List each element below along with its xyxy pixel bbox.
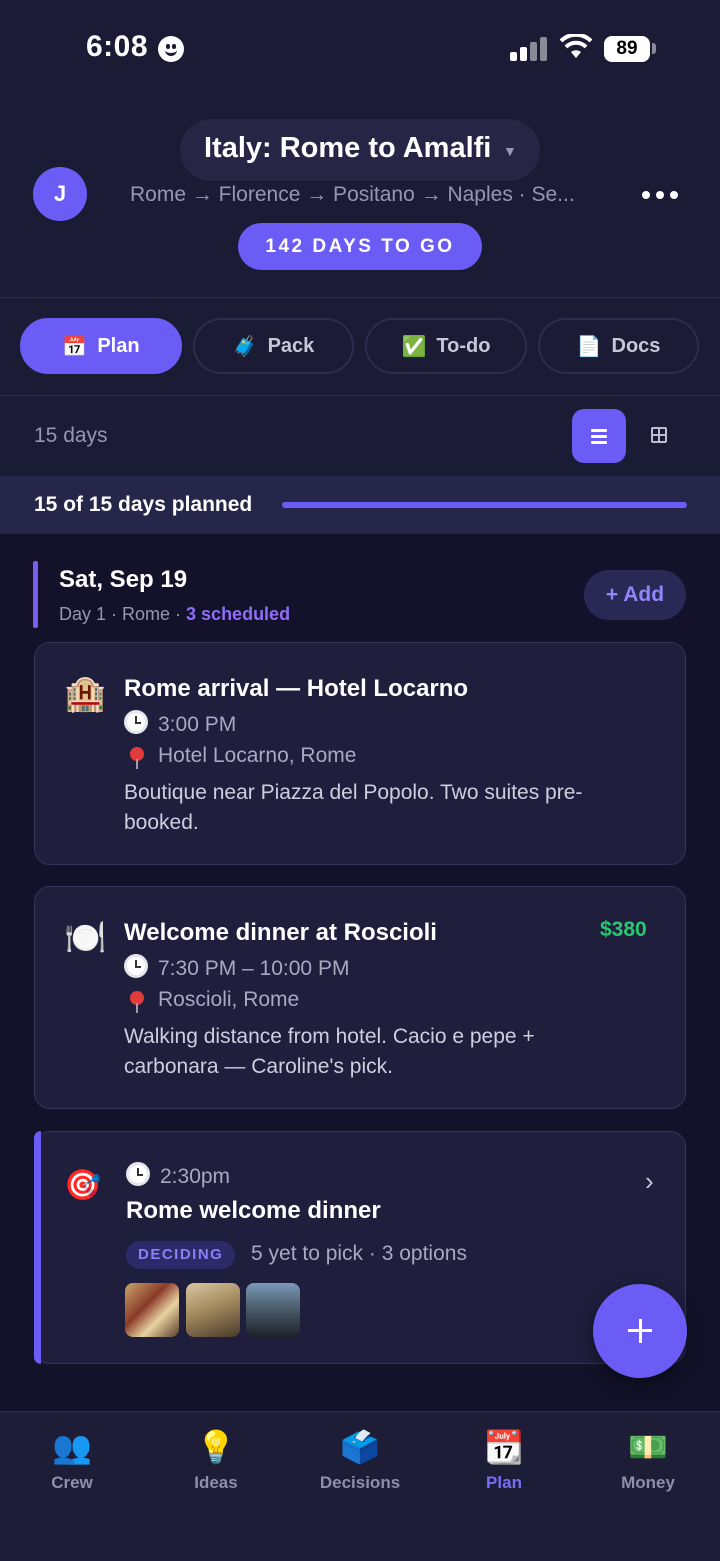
progress-label: 15 of 15 days planned <box>34 493 253 516</box>
clock-icon <box>124 710 148 734</box>
decision-time-text: 2:30pm <box>160 1165 231 1188</box>
luggage-icon: 🧳 <box>232 335 258 358</box>
nav-label: Money <box>621 1473 675 1492</box>
decision-time: 2:30pm <box>126 1162 230 1189</box>
document-icon: 📄 <box>576 335 602 358</box>
event-location: Roscioli, Rome <box>124 988 300 1013</box>
status-time: 6:08 <box>86 30 149 63</box>
tab-label: Plan <box>97 334 140 357</box>
event-title: Rome arrival — Hotel Locarno <box>124 675 469 702</box>
event-time-text: 3:00 PM <box>158 713 237 736</box>
divider <box>0 297 720 298</box>
decision-title: Rome welcome dinner <box>126 1197 381 1224</box>
event-location: Hotel Locarno, Rome <box>124 744 357 769</box>
nav-plan[interactable]: 📆 Plan <box>432 1425 576 1493</box>
status-focus-icon <box>158 36 184 62</box>
tab-pack[interactable]: 🧳 Pack <box>193 318 354 374</box>
day-accent-bar <box>33 561 38 628</box>
add-button[interactable]: + Add <box>584 570 686 620</box>
tab-plan[interactable]: 📅 Plan <box>20 318 182 374</box>
decision-accent-bar <box>34 1131 41 1364</box>
option-thumbnail[interactable] <box>246 1283 300 1337</box>
event-location-text: Roscioli, Rome <box>158 988 300 1011</box>
event-location-text: Hotel Locarno, Rome <box>158 744 357 767</box>
money-icon: 💵 <box>628 1429 668 1465</box>
clock-icon <box>124 954 148 978</box>
cellular-signal-icon <box>510 37 550 61</box>
dinner-plate-icon: 🍽️ <box>64 919 107 957</box>
avatar[interactable]: J <box>33 167 87 221</box>
add-fab-button[interactable] <box>593 1284 687 1378</box>
day-subtitle: Day 1 · Rome · 3 scheduled <box>59 604 290 625</box>
calendar-icon: 📅 <box>62 335 88 358</box>
nav-label: Crew <box>51 1473 93 1492</box>
event-description: Walking distance from hotel. Cacio e pep… <box>124 1025 535 1078</box>
tab-docs[interactable]: 📄 Docs <box>538 318 699 374</box>
chevron-right-icon[interactable]: › <box>645 1166 654 1197</box>
event-description: Boutique near Piazza del Popolo. Two sui… <box>124 781 583 834</box>
pin-icon <box>130 747 144 769</box>
trip-route: Rome → Florence → Positano → Naples · Se… <box>130 183 575 206</box>
event-title: Welcome dinner at Roscioli <box>124 919 437 946</box>
caret-down-icon[interactable]: ▼ <box>503 143 517 159</box>
people-icon: 👥 <box>52 1429 92 1465</box>
option-thumbnail[interactable] <box>125 1283 179 1337</box>
event-time-text: 7:30 PM – 10:00 PM <box>158 957 350 980</box>
divider <box>0 395 720 396</box>
nav-ideas[interactable]: 💡 Ideas <box>144 1425 288 1493</box>
clock-icon <box>126 1162 150 1186</box>
day-subtitle-text: Day 1 · Rome · <box>59 604 187 624</box>
progress-fill <box>282 502 687 508</box>
decision-status: 5 yet to pick · 3 options <box>251 1242 467 1265</box>
countdown-badge: 142 DAYS TO GO <box>238 223 482 270</box>
status-badge: DECIDING <box>126 1241 236 1269</box>
calendar-icon: 📆 <box>484 1429 524 1465</box>
nav-label: Plan <box>486 1473 522 1492</box>
tab-label: Docs <box>611 334 661 357</box>
checkmark-icon: ✅ <box>401 335 427 358</box>
battery-indicator: 89 <box>604 36 650 62</box>
pin-icon <box>130 991 144 1013</box>
battery-tip <box>652 43 656 54</box>
tab-label: Pack <box>267 334 315 357</box>
day-title: Sat, Sep 19 <box>59 566 188 593</box>
ballot-box-icon: 🗳️ <box>340 1429 380 1465</box>
tab-label: To-do <box>436 334 491 357</box>
nav-label: Ideas <box>194 1473 238 1492</box>
target-icon: 🎯 <box>64 1169 102 1202</box>
nav-crew[interactable]: 👥 Crew <box>0 1425 144 1493</box>
scheduled-count: 3 scheduled <box>186 604 291 624</box>
lightbulb-icon: 💡 <box>196 1429 236 1465</box>
tab-todo[interactable]: ✅ To-do <box>365 318 527 374</box>
nav-label: Decisions <box>319 1473 401 1492</box>
option-thumbnail[interactable] <box>186 1283 240 1337</box>
nav-money[interactable]: 💵 Money <box>576 1425 720 1493</box>
grid-view-icon[interactable] <box>651 427 667 443</box>
trip-title[interactable]: Italy: Rome to Amalfi <box>204 132 491 165</box>
wifi-icon <box>560 34 592 58</box>
event-price: $380 <box>600 918 647 941</box>
list-view-button[interactable] <box>572 409 626 463</box>
event-time: 7:30 PM – 10:00 PM <box>124 954 349 981</box>
days-count: 15 days <box>34 424 108 447</box>
event-time: 3:00 PM <box>124 710 236 737</box>
nav-decisions[interactable]: 🗳️ Decisions <box>288 1425 432 1493</box>
more-options-icon[interactable] <box>640 187 680 203</box>
hotel-icon: 🏨 <box>64 675 107 713</box>
